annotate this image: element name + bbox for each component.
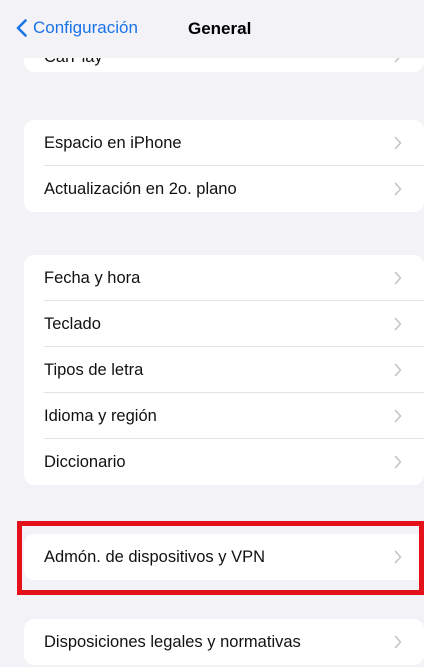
back-button[interactable]: Configuración — [16, 18, 138, 38]
chevron-right-icon — [394, 317, 402, 331]
list-item-diccionario[interactable]: Diccionario — [24, 439, 424, 485]
settings-group-storage: Espacio en iPhone Actualización en 2o. p… — [24, 120, 424, 212]
list-item-espacio-en-iphone[interactable]: Espacio en iPhone — [24, 120, 424, 166]
list-item-label: Disposiciones legales y normativas — [44, 632, 301, 651]
list-item-label: Admón. de dispositivos y VPN — [44, 547, 266, 566]
chevron-right-icon — [394, 635, 402, 649]
chevron-left-icon — [16, 19, 27, 37]
list-item-label: Idioma y región — [44, 406, 157, 425]
list-item-fecha-y-hora[interactable]: Fecha y hora — [24, 255, 424, 301]
list-item-label: Espacio en iPhone — [44, 133, 182, 152]
chevron-right-icon — [394, 271, 402, 285]
list-item-label: Teclado — [44, 314, 101, 333]
chevron-right-icon — [394, 182, 402, 196]
chevron-right-icon — [394, 455, 402, 469]
navigation-bar: Configuración General — [0, 0, 424, 58]
list-item-idioma-y-region[interactable]: Idioma y región — [24, 393, 424, 439]
list-item-label: Tipos de letra — [44, 360, 144, 379]
chevron-right-icon — [394, 136, 402, 150]
list-item-teclado[interactable]: Teclado — [24, 301, 424, 347]
list-item-label: Actualización en 2o. plano — [44, 179, 237, 198]
list-item-label: Diccionario — [44, 452, 126, 471]
chevron-right-icon — [394, 409, 402, 423]
chevron-right-icon — [394, 363, 402, 377]
list-item-actualizacion-2o-plano[interactable]: Actualización en 2o. plano — [24, 166, 424, 212]
settings-group-legal: Disposiciones legales y normativas — [24, 619, 424, 665]
list-item-disposiciones-legales[interactable]: Disposiciones legales y normativas — [24, 619, 424, 665]
settings-group-vpn: Admón. de dispositivos y VPN — [24, 534, 424, 580]
list-item-label: Fecha y hora — [44, 268, 141, 287]
settings-group-regional: Fecha y hora Teclado Tipos de letra Idio… — [24, 255, 424, 485]
page-title: General — [188, 19, 252, 38]
back-button-label: Configuración — [33, 18, 138, 37]
list-item-tipos-de-letra[interactable]: Tipos de letra — [24, 347, 424, 393]
list-item-admon-dispositivos-vpn[interactable]: Admón. de dispositivos y VPN — [24, 534, 424, 580]
chevron-right-icon — [394, 550, 402, 564]
